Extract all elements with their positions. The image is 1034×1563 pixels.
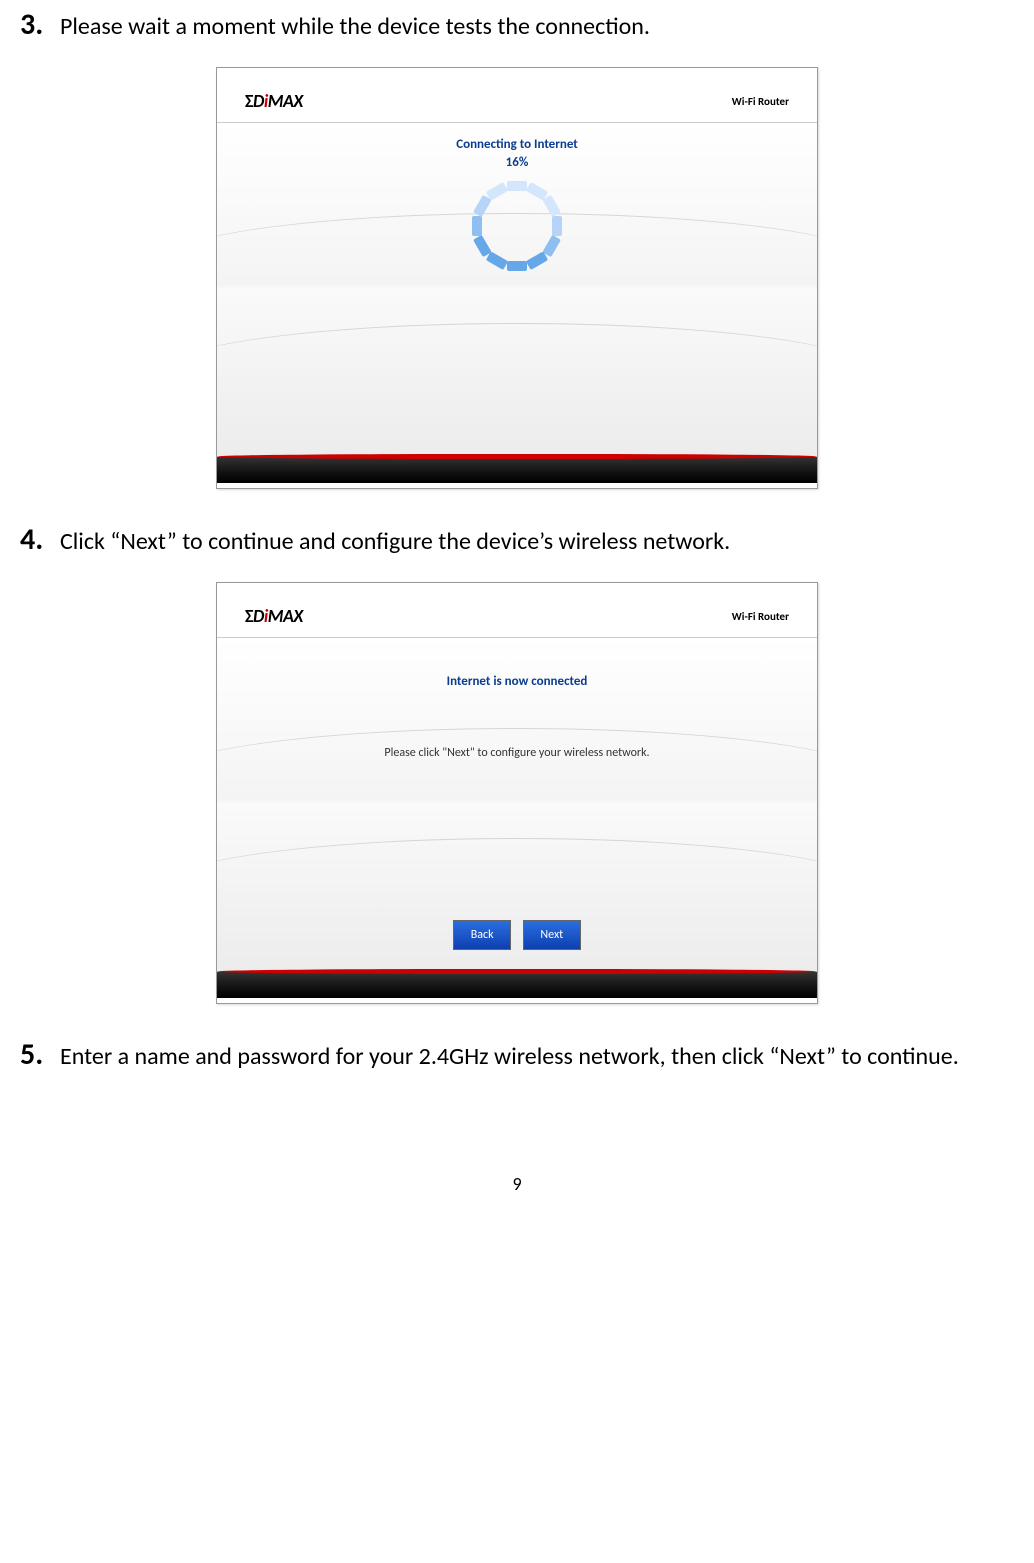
step-number: 4. [20,521,48,558]
screenshot-connected: ΣDiMAX Wi-Fi Router Internet is now conn… [216,582,818,1004]
page-number: 9 [20,1173,1014,1195]
edimax-logo: ΣDiMAX [245,90,303,112]
connecting-title: Connecting to Internet [217,137,817,152]
screenshot-body: Internet is now connected Please click "… [217,638,817,998]
screenshot-body: Connecting to Internet 16% [217,123,817,483]
step-5: 5. Enter a name and password for your 2.… [20,1036,1014,1073]
step-3: 3. Please wait a moment while the device… [20,6,1014,43]
screenshot-header: ΣDiMAX Wi-Fi Router [217,583,817,638]
screenshot-header: ΣDiMAX Wi-Fi Router [217,68,817,123]
progress-percent: 16% [217,155,817,170]
step-text: Enter a name and password for your 2.4GH… [60,1041,959,1072]
decoration-wave [216,728,818,829]
button-row: Back Next [217,920,817,950]
edimax-logo: ΣDiMAX [245,605,303,627]
status-title: Internet is now connected [217,674,817,689]
screenshot-footer-bar [217,972,817,998]
mode-label: Wi-Fi Router [732,95,789,108]
step-4: 4. Click “Next” to continue and configur… [20,521,1014,558]
back-button[interactable]: Back [453,920,511,950]
decoration-wave [216,323,818,424]
next-button[interactable]: Next [523,920,581,950]
step-text: Please wait a moment while the device te… [60,11,650,42]
sub-message: Please click "Next" to configure your wi… [217,746,817,760]
mode-label: Wi-Fi Router [732,610,789,623]
step-number: 5. [20,1036,48,1073]
screenshot-connecting: ΣDiMAX Wi-Fi Router Connecting to Intern… [216,67,818,489]
step-number: 3. [20,6,48,43]
step-text: Click “Next” to continue and configure t… [60,526,730,557]
loading-spinner-icon [472,181,562,271]
screenshot-footer-bar [217,457,817,483]
